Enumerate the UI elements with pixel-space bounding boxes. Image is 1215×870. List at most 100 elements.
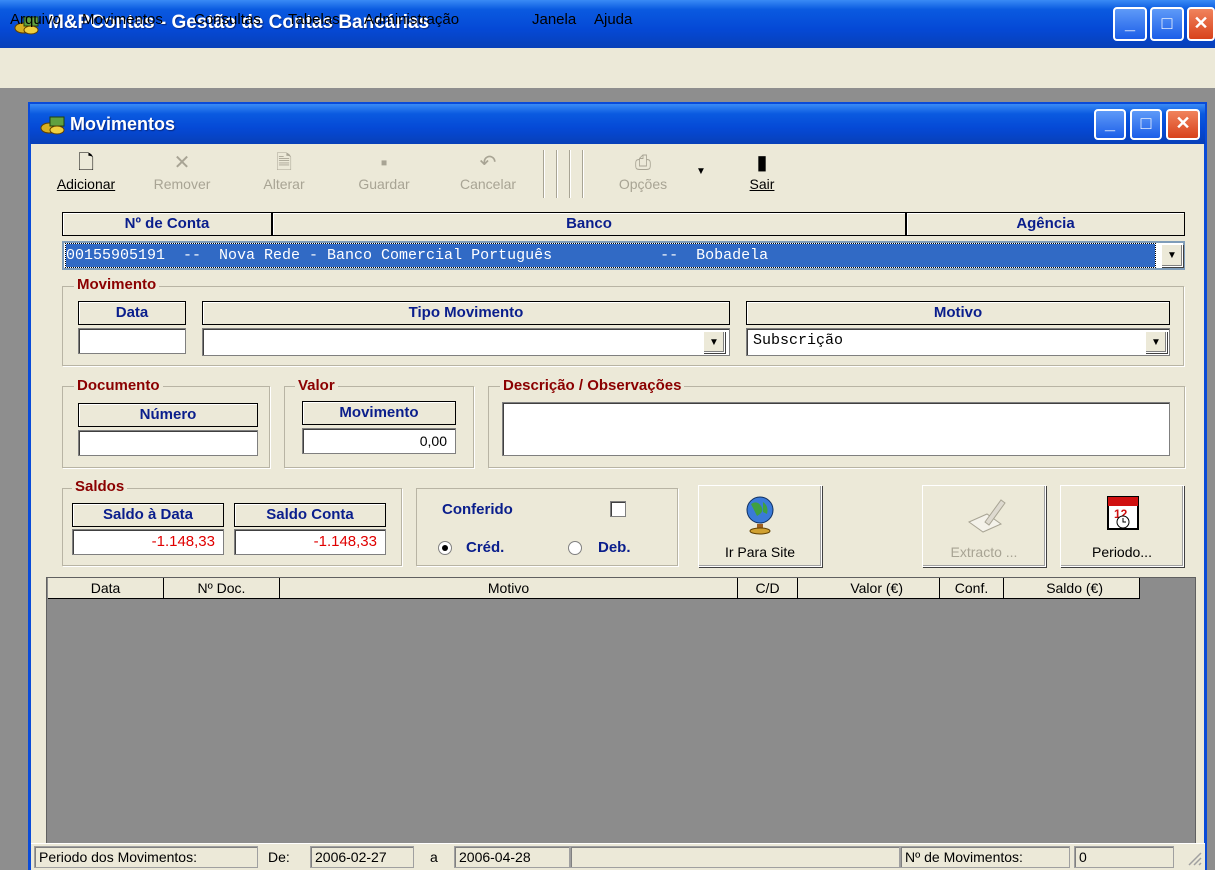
movement-type-select[interactable] [202,328,730,356]
remove-button[interactable]: ✕ Remover [140,150,224,198]
go-to-site-label: Ir Para Site [724,544,796,560]
grid-col-doc-number[interactable]: Nº Doc. [164,578,280,599]
menu-arquivo[interactable]: Arquivo [10,11,61,28]
menu-ajuda[interactable]: Ajuda [594,11,632,28]
remove-x-icon: ✕ [173,152,191,174]
credit-radio[interactable] [438,541,452,555]
status-spacer-panel [570,846,900,868]
balance-at-date-header: Saldo à Data [72,503,224,527]
status-period-label: Periodo dos Movimentos: [34,846,258,868]
cancel-button[interactable]: ↶ Cancelar [446,150,530,198]
app-minimize-button[interactable]: _ [1113,7,1147,41]
pen-paper-icon [967,499,1006,533]
account-balance-value: -1.148,33 [234,529,386,555]
menu-consultas[interactable]: Consultas [194,11,261,28]
options-dropdown-arrow-icon[interactable]: ▼ [696,166,706,177]
exit-button[interactable]: ▮ Sair [734,150,790,198]
resize-grip-icon[interactable] [1184,848,1202,866]
checked-label: Conferido [442,501,513,518]
statement-label: Extracto ... [950,544,1018,560]
statement-button[interactable]: Extracto ... [922,485,1046,567]
value-group [284,386,474,468]
reason-header: Motivo [746,301,1170,325]
grid-col-cd[interactable]: C/D [738,578,798,599]
toolbar-separator [582,150,584,198]
value-group-label: Valor [295,377,338,394]
checked-group [416,488,678,566]
grid-col-value[interactable]: Valor (€) [798,578,940,599]
period-label: Periodo... [1092,544,1152,560]
account-selected-value[interactable]: 00155905191 -- Nova Rede - Banco Comerci… [65,243,1156,268]
account-number-header: Nº de Conta [62,212,272,236]
movement-date-input[interactable] [78,328,186,354]
branch-header: Agência [906,212,1185,236]
movement-date-header: Data [78,301,186,325]
menu-movimentos[interactable]: Movimentos [82,11,163,28]
options-button-label: Opções [618,176,668,192]
movement-group-label: Movimento [74,276,160,293]
period-button[interactable]: 12 Periodo... [1060,485,1184,567]
balance-at-date-value: -1.148,33 [72,529,224,555]
add-button-label: Adicionar [56,176,116,192]
menu-janela[interactable]: Janela [532,11,576,28]
document-number-header: Número [78,403,258,427]
credit-radio-label[interactable]: Créd. [466,539,504,556]
account-dropdown-arrow-icon[interactable]: ▼ [1161,244,1183,267]
window-close-button[interactable]: ✕ [1166,109,1200,140]
go-to-site-button[interactable]: Ir Para Site [698,485,822,567]
save-button-label: Guardar [358,176,410,192]
description-textarea[interactable] [502,402,1170,456]
status-to-label: a [430,849,438,865]
window-titlebar[interactable] [30,104,1205,144]
grid-col-checked[interactable]: Conf. [940,578,1004,599]
money-coins-icon [40,116,65,135]
calendar-clock-icon: 12 [1107,496,1139,530]
debit-radio-label[interactable]: Deb. [598,539,631,556]
status-to-value: 2006-04-28 [454,846,570,868]
movement-type-header: Tipo Movimento [202,301,730,325]
toolbar-separator [569,150,571,198]
debit-radio[interactable] [568,541,582,555]
menu-tabelas[interactable]: Tabelas [288,11,340,28]
status-from-value: 2006-02-27 [310,846,414,868]
value-movement-header: Movimento [302,401,456,425]
value-movement-input[interactable]: 0,00 [302,428,456,454]
menu-administracao[interactable]: Administração [364,11,459,28]
document-group-label: Documento [74,377,163,394]
grid-col-date[interactable]: Data [48,578,164,599]
menubar [0,48,1215,88]
edit-button-label: Alterar [263,176,305,192]
document-number-input[interactable] [78,430,258,456]
balances-group-label: Saldos [72,478,128,495]
exit-button-label: Sair [749,176,775,192]
movement-type-dropdown-icon[interactable]: ▼ [703,331,725,353]
grid-col-reason[interactable]: Motivo [280,578,738,599]
status-count-value: 0 [1074,846,1174,868]
toolbar-separator [556,150,558,198]
bank-header: Banco [272,212,906,236]
reason-select[interactable]: Subscrição [746,328,1170,356]
remove-button-label: Remover [153,176,211,192]
app-close-button[interactable]: ✕ [1187,7,1215,41]
window-title: Movimentos [70,114,176,134]
account-balance-header: Saldo Conta [234,503,386,527]
save-button[interactable]: ▪ Guardar [344,150,424,198]
movements-grid[interactable] [46,577,1196,844]
options-button[interactable]: ⎙ Opções [600,150,686,198]
floppy-disk-icon: ▪ [380,152,388,174]
status-count-label: Nº de Movimentos: [900,846,1070,868]
window-minimize-button[interactable]: _ [1094,109,1126,140]
edit-button[interactable]: 🗎 Alterar [244,150,324,198]
new-document-icon: 🗋 [77,152,95,174]
description-group-label: Descrição / Observações [500,377,685,394]
undo-arrow-icon: ↶ [479,152,497,174]
add-button[interactable]: 🗋 Adicionar [46,150,126,198]
reason-dropdown-icon[interactable]: ▼ [1145,331,1167,353]
toolbar-separator [543,150,545,198]
grid-col-balance[interactable]: Saldo (€) [1004,578,1140,599]
printer-icon: ⎙ [635,152,651,174]
app-maximize-button[interactable]: □ [1150,7,1184,41]
edit-file-icon: 🗎 [275,152,293,174]
window-maximize-button[interactable]: □ [1130,109,1162,140]
checked-checkbox[interactable] [610,501,626,517]
